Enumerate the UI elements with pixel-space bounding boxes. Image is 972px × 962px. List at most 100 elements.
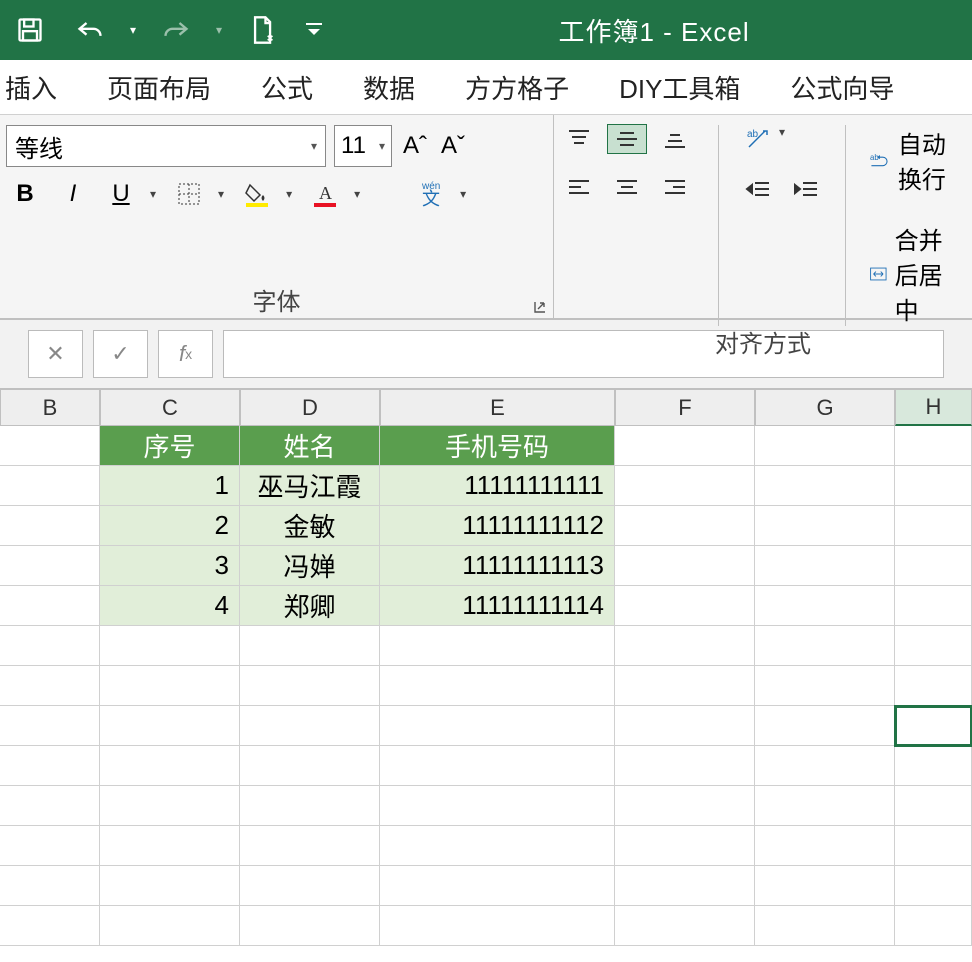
cell-header-idx[interactable]: 序号 [100,426,240,466]
cell-idx[interactable]: 4 [100,586,240,626]
tab-diy-toolbox[interactable]: DIY工具箱 [619,69,740,106]
cell[interactable] [380,706,615,746]
accept-formula-button[interactable]: ✓ [93,330,148,378]
font-name-combo[interactable]: 等线 ▾ [6,125,326,167]
cell[interactable] [755,706,895,746]
phonetic-guide-button[interactable]: wén文 [416,179,446,209]
cell[interactable] [100,626,240,666]
tab-formulas[interactable]: 公式 [261,69,313,106]
cell[interactable] [895,546,972,586]
cell[interactable] [100,706,240,746]
tab-page-layout[interactable]: 页面布局 [107,69,211,106]
tab-formula-guide[interactable]: 公式向导 [790,69,894,106]
save-button[interactable] [10,10,50,50]
cell[interactable] [240,826,380,866]
cell[interactable] [755,546,895,586]
align-middle-button[interactable] [608,125,646,153]
cell-name[interactable]: 冯婵 [240,546,380,586]
col-header-F[interactable]: F [615,390,755,426]
tab-data[interactable]: 数据 [363,69,415,106]
chevron-down-icon[interactable]: ▾ [460,187,466,201]
cell[interactable] [755,586,895,626]
cell[interactable] [755,866,895,906]
cell-idx[interactable]: 1 [100,466,240,506]
cell[interactable] [240,746,380,786]
cell-idx[interactable]: 3 [100,546,240,586]
cell-name[interactable]: 郑卿 [240,586,380,626]
cell[interactable] [0,586,100,626]
align-right-button[interactable] [656,173,694,201]
cell[interactable] [0,706,100,746]
cell[interactable] [380,906,615,946]
col-header-G[interactable]: G [755,390,895,426]
cell[interactable] [240,906,380,946]
cell[interactable] [380,746,615,786]
cell[interactable] [615,866,755,906]
col-header-C[interactable]: C [100,390,240,426]
spreadsheet-grid[interactable]: 序号 姓名 手机号码 1 巫马江霞 11111111111 2 金敏 11111… [0,426,972,946]
cell[interactable] [240,866,380,906]
cell[interactable] [755,626,895,666]
cell[interactable] [100,866,240,906]
cell[interactable] [755,426,895,466]
cell[interactable] [755,746,895,786]
cell[interactable] [380,626,615,666]
cell[interactable] [895,906,972,946]
cell[interactable] [895,866,972,906]
redo-button[interactable] [156,10,196,50]
font-color-button[interactable]: A [310,179,340,209]
tab-insert[interactable]: 插入 [5,69,57,106]
cell[interactable] [895,746,972,786]
qat-customize-button[interactable] [302,10,326,50]
cell[interactable] [755,906,895,946]
cell[interactable] [240,666,380,706]
cell[interactable] [615,546,755,586]
cell[interactable] [240,706,380,746]
cell-name[interactable]: 巫马江霞 [240,466,380,506]
cell[interactable] [380,786,615,826]
file-export-button[interactable] [242,10,282,50]
wrap-text-button[interactable]: ab 自动换行 [870,125,966,195]
cell[interactable] [895,666,972,706]
increase-font-button[interactable]: Aˆ [400,131,430,161]
insert-function-button[interactable]: fx [158,330,213,378]
cell[interactable] [0,866,100,906]
decrease-font-button[interactable]: Aˇ [438,131,468,161]
cell[interactable] [615,626,755,666]
cell-name[interactable]: 金敏 [240,506,380,546]
cell[interactable] [755,826,895,866]
cell[interactable] [615,666,755,706]
cell[interactable] [895,586,972,626]
cancel-formula-button[interactable]: ✕ [28,330,83,378]
cell[interactable] [0,546,100,586]
cell[interactable] [100,786,240,826]
cell[interactable] [755,786,895,826]
cell[interactable] [100,666,240,706]
cell[interactable] [755,506,895,546]
bold-button[interactable]: B [10,179,40,209]
cell[interactable] [240,786,380,826]
cell[interactable] [615,706,755,746]
chevron-down-icon[interactable]: ▾ [286,187,292,201]
chevron-down-icon[interactable]: ▾ [150,187,156,201]
cell[interactable] [0,666,100,706]
cell[interactable] [895,826,972,866]
cell[interactable] [0,906,100,946]
cell[interactable] [100,826,240,866]
cell-idx[interactable]: 2 [100,506,240,546]
cell-header-phone[interactable]: 手机号码 [380,426,615,466]
cell[interactable] [0,506,100,546]
col-header-B[interactable]: B [0,390,100,426]
cell[interactable] [0,466,100,506]
dialog-launcher-icon[interactable] [533,300,547,314]
cell[interactable] [615,746,755,786]
chevron-down-icon[interactable]: ▾ [779,125,785,155]
orientation-button[interactable]: ab [743,125,773,155]
cell-phone[interactable]: 11111111111 [380,466,615,506]
cell-header-name[interactable]: 姓名 [240,426,380,466]
cell-phone[interactable]: 11111111112 [380,506,615,546]
align-bottom-button[interactable] [656,125,694,153]
cell[interactable] [0,426,100,466]
decrease-indent-button[interactable] [743,175,773,205]
cell[interactable] [615,426,755,466]
